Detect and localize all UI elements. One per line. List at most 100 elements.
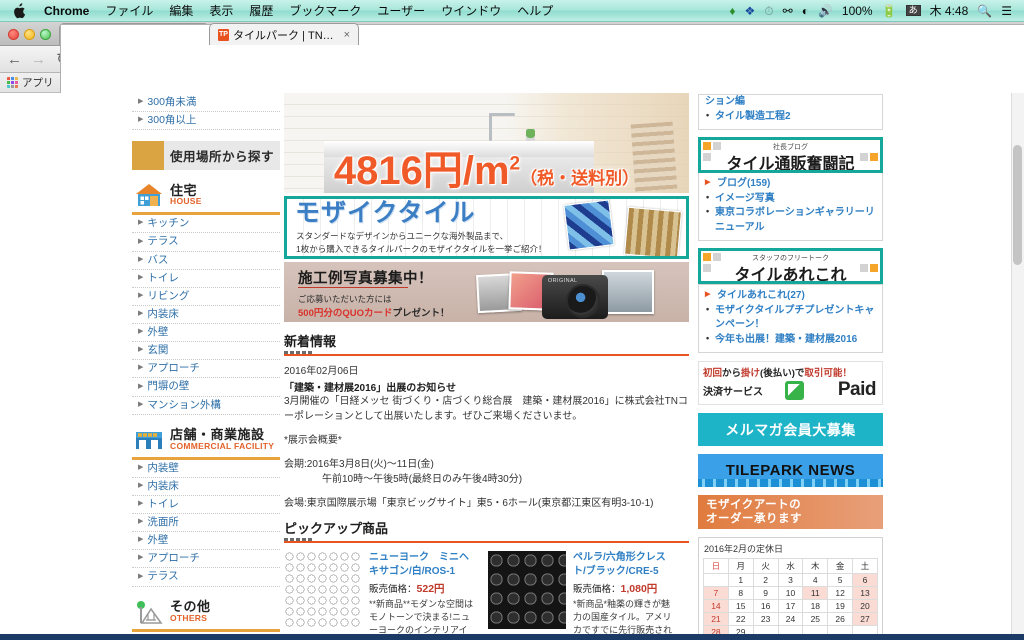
mosaic-art-order-button[interactable]: モザイクアートの オーダー承ります <box>698 495 883 529</box>
news-body: 3月開催の「日経メッセ 街づくり・店づくり総合展 建築・建材展2016」に株式会… <box>284 396 688 422</box>
mosaic-art-order-label: モザイクアートの オーダー承ります <box>706 498 802 525</box>
price-label: 販売価格： <box>573 584 621 595</box>
talk-banner[interactable]: スタッフのフリートーク タイルあれこれ <box>698 248 883 284</box>
back-arrow-icon[interactable]: ← <box>6 52 23 67</box>
chevron-right-icon: ▶ <box>138 346 144 354</box>
scrollbar-thumb[interactable] <box>1013 145 1022 265</box>
menu-item-window[interactable]: ウインドウ <box>433 0 509 22</box>
calendar-day: 10 <box>777 586 804 600</box>
sidebar-item-approach[interactable]: ▶ アプローチ <box>132 360 280 379</box>
pickup-product-1[interactable]: ニューヨーク ミニヘキサゴン/白/ROS-1 販売価格：522円 **新商品**… <box>284 551 474 640</box>
pickup-product-name[interactable]: ニューヨーク ミニヘキサゴン/白/ROS-1 <box>369 551 474 578</box>
menu-bar-clock[interactable]: 木 4:48 <box>930 2 969 19</box>
pickup-product-2[interactable]: ペルラ/六角形クレスト/ブラック/CRE-5 販売価格：1,080円 *新商品*… <box>488 551 678 640</box>
pickup-product-name[interactable]: ペルラ/六角形クレスト/ブラック/CRE-5 <box>573 551 678 578</box>
paid-service-banner[interactable]: 初回から掛け(後払い)で取引可能！ 決済サービス Paid <box>698 361 883 405</box>
calendar-day: 5 <box>827 573 854 587</box>
sidebar-item-interior-floor[interactable]: ▶ 内装床 <box>132 306 280 324</box>
calendar-day: 24 <box>777 612 804 626</box>
apple-logo-icon[interactable] <box>12 2 26 19</box>
battery-icon[interactable]: 🔋 <box>882 5 897 17</box>
sidebar-link-label: 内装床 <box>147 307 179 320</box>
sidebar-item-bath[interactable]: ▶ バス <box>132 252 280 270</box>
notification-center-icon[interactable]: ☰ <box>1001 5 1012 17</box>
browser-tab-2[interactable]: TP タイルパーク | TNコーポレ × <box>209 23 359 45</box>
news-section-title: 新着情報 <box>284 334 337 349</box>
sidebar-item-toilet[interactable]: ▶ トイレ <box>132 270 280 288</box>
menu-app-name[interactable]: Chrome <box>36 0 97 22</box>
page-bottom-bar <box>0 634 1024 640</box>
sidebar-item-approach-c[interactable]: ▶ アプローチ <box>132 550 280 569</box>
calendar-february: 日 月 火 水 木 金 土 1 2 3 4 5 6 7 8 9 10 11 12… <box>703 558 878 639</box>
sidebar-item-interior-wall[interactable]: ▶ 内装壁 <box>132 460 280 478</box>
blog-link-tokyo-gallery[interactable]: 東京コラボレーションギャラリーリニューアル <box>705 205 876 235</box>
bluetooth-icon[interactable]: ⚯ <box>783 5 793 17</box>
search-by-place-header[interactable]: 使用場所から探す <box>132 141 280 171</box>
calendar-day: 15 <box>727 599 754 613</box>
category-commercial-header: 店舗・商業施設 COMMERCIAL FACILITY <box>132 427 280 453</box>
chevron-right-icon: ▶ <box>138 310 144 318</box>
sidebar-item-terrace[interactable]: ▶ テラス <box>132 233 280 252</box>
maximize-window-button[interactable] <box>40 29 51 40</box>
forward-arrow-icon[interactable]: → <box>30 52 47 67</box>
sidebar-link-size-over300[interactable]: ▶ 300角以上 <box>132 112 280 131</box>
menu-item-file[interactable]: ファイル <box>97 0 161 22</box>
bookmark-apps[interactable]: アプリ <box>7 75 54 90</box>
category-title-jp: 住宅 <box>170 182 198 198</box>
banner-photo-contest[interactable]: 施工例写真募集中！ ご応募いただいた方には 500円分のQUOカードプレゼント！… <box>284 262 689 322</box>
tilepark-news-button[interactable]: TILEPARK NEWS <box>698 454 883 487</box>
menu-item-help[interactable]: ヘルプ <box>509 0 561 22</box>
browser-tab-1[interactable]: 新規投稿を追加 ‹ tile-park.c × <box>59 23 1024 571</box>
page-scrollbar[interactable] <box>1011 93 1024 640</box>
white-hexagon-tile-image[interactable] <box>284 551 362 629</box>
paid-torihiki: 取引可能！ <box>804 368 852 379</box>
black-hexagon-tile-image[interactable] <box>488 551 566 629</box>
calendar-day: 25 <box>802 612 829 626</box>
calendar-day: 21 <box>703 612 729 626</box>
menu-item-view[interactable]: 表示 <box>201 0 241 22</box>
sidebar-item-interior-floor-c[interactable]: ▶ 内装床 <box>132 478 280 496</box>
sidebar-item-terrace-c[interactable]: ▶ テラス <box>132 568 280 587</box>
wifi-icon[interactable]: ◐ <box>802 5 809 17</box>
clock-icon[interactable]: ⏱ <box>764 5 773 17</box>
sidebar-item-exterior-wall-c[interactable]: ▶ 外壁 <box>132 532 280 551</box>
input-source-icon[interactable]: あ <box>905 5 921 16</box>
banner-mosaic-tile[interactable]: モザイクタイル スタンダードなデザインからユニークな海外製品まで、 1枚から購入… <box>284 196 689 259</box>
category-title-jp: 店舗・商業施設 <box>170 427 265 443</box>
sidebar-link-size-under300[interactable]: ▶ 300角未満 <box>132 94 280 113</box>
dropbox-icon[interactable]: ❖ <box>745 5 756 17</box>
weekday-sat: 土 <box>852 558 878 574</box>
right-link-manufacturing-2[interactable]: タイル製造工程2 <box>705 109 876 125</box>
sidebar-item-washroom[interactable]: ▶ 洗面所 <box>132 514 280 533</box>
sidebar-item-exterior-wall[interactable]: ▶ 外壁 <box>132 324 280 343</box>
sidebar-item-gate-wall[interactable]: ▶ 門塀の壁 <box>132 378 280 397</box>
menu-item-history[interactable]: 履歴 <box>241 0 281 22</box>
blog-links-heading[interactable]: ブログ(159) <box>705 177 876 192</box>
tab-close-icon[interactable]: × <box>342 29 350 41</box>
close-window-button[interactable] <box>8 29 19 40</box>
blog-link-image-photos[interactable]: イメージ写真 <box>705 191 876 207</box>
talk-link-exhibition[interactable]: 今年も出展！建築・建材展2016 <box>705 332 876 348</box>
newsletter-signup-button[interactable]: メルマガ会員大募集 <box>698 413 883 446</box>
section-divider <box>284 351 689 356</box>
paid-logo-mark-icon <box>785 381 804 400</box>
sidebar-item-kitchen[interactable]: ▶ キッチン <box>132 215 280 234</box>
sidebar-item-toilet-c[interactable]: ▶ トイレ <box>132 496 280 514</box>
right-link-section[interactable]: ション編 <box>705 95 876 110</box>
menu-item-edit[interactable]: 編集 <box>161 0 201 22</box>
menu-item-user[interactable]: ユーザー <box>369 0 433 22</box>
calendar-day: 12 <box>827 586 854 600</box>
sidebar-link-label: テラス <box>147 235 179 248</box>
sidebar-item-entrance[interactable]: ▶ 玄関 <box>132 342 280 361</box>
hero-banner[interactable]: 4816円/m2（税・送料別） <box>284 93 689 193</box>
evernote-icon[interactable]: ♦ <box>729 5 735 17</box>
blog-banner[interactable]: 社長ブログ タイル通販奮闘記 <box>698 137 883 173</box>
sidebar-item-living[interactable]: ▶ リビング <box>132 288 280 306</box>
sidebar-item-apartment-exterior[interactable]: ▶ マンション外構 <box>132 397 280 415</box>
menu-item-bookmarks[interactable]: ブックマーク <box>281 0 369 22</box>
spotlight-search-icon[interactable]: 🔍 <box>977 5 992 17</box>
minimize-window-button[interactable] <box>24 29 35 40</box>
volume-icon[interactable]: 🔊 <box>818 5 833 17</box>
talk-links-heading[interactable]: タイルあれこれ(27) <box>705 289 876 304</box>
talk-link-campaign[interactable]: モザイクタイルプチプレゼントキャンペーン！ <box>705 303 876 333</box>
